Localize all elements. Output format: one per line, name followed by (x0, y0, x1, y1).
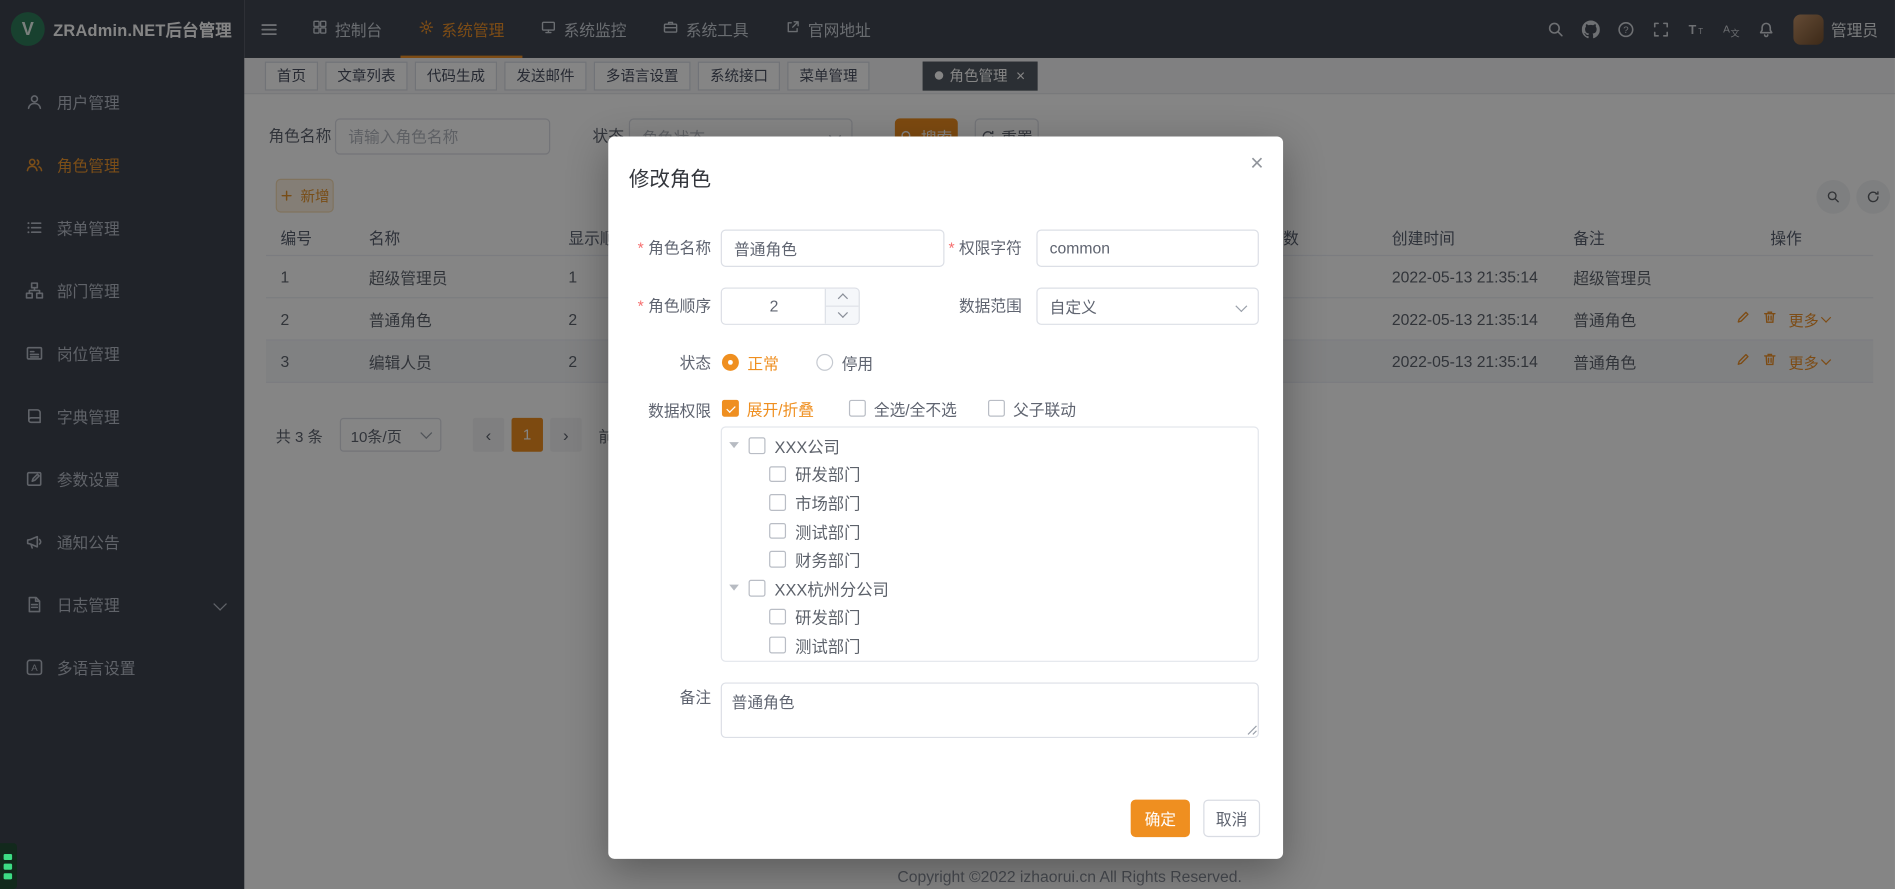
tree-node-label[interactable]: 测试部门 (795, 519, 860, 543)
checkbox-select-all-label[interactable]: 全选/全不选 (874, 397, 957, 420)
tree-checkbox[interactable] (749, 580, 765, 596)
data-scope-value: 自定义 (1050, 295, 1097, 318)
close-icon[interactable]: × (1250, 152, 1263, 175)
tree-node[interactable]: XXX公司 (722, 431, 1258, 459)
caret-down-icon[interactable] (729, 585, 739, 591)
decrease-button[interactable] (826, 306, 859, 324)
edit-role-dialog: 修改角色 × 角色名称 权限字符 角色顺序 数据范围 自定义 状态 正常 停用 (608, 136, 1283, 858)
tree-checkbox[interactable] (749, 437, 765, 453)
tree-node-label[interactable]: 测试部门 (795, 633, 860, 657)
radio-disabled-label[interactable]: 停用 (842, 351, 873, 374)
tree-node-label[interactable]: 研发部门 (795, 462, 860, 486)
tree-node[interactable]: 财务部门 (722, 545, 1258, 573)
data-perm-options: 展开/折叠 全选/全不选 父子联动 (722, 393, 1076, 424)
tree-checkbox[interactable] (769, 637, 785, 653)
remark-textarea[interactable]: 普通角色 (721, 682, 1259, 738)
cancel-button[interactable]: 取消 (1203, 800, 1260, 837)
caret-down-icon[interactable] (729, 442, 739, 448)
confirm-button[interactable]: 确定 (1131, 800, 1190, 837)
checkbox-linkage-label[interactable]: 父子联动 (1013, 397, 1076, 420)
remark-label: 备注 (608, 690, 711, 707)
radio-normal[interactable] (722, 354, 739, 371)
role-order-stepper (721, 287, 860, 324)
app-root: V ZRAdmin.NET后台管理 用户管理 角色管理 菜单管理 部门管理 (0, 0, 1895, 889)
status-radio-group: 正常 停用 (722, 344, 873, 380)
radio-normal-label[interactable]: 正常 (747, 351, 778, 374)
tree-node[interactable]: 测试部门 (722, 631, 1258, 659)
dialog-title: 修改角色 (629, 162, 711, 192)
role-order-label: 角色顺序 (608, 298, 711, 315)
tree-checkbox[interactable] (769, 551, 785, 567)
tree-checkbox[interactable] (769, 523, 785, 539)
tree-node-label[interactable]: 市场部门 (795, 490, 860, 514)
tree-node-label[interactable]: XXX杭州分公司 (775, 576, 889, 600)
tree-node[interactable]: 测试部门 (722, 517, 1258, 545)
checkbox-linkage[interactable] (988, 400, 1004, 416)
tree-node[interactable]: 研发部门 (722, 602, 1258, 630)
tree-checkbox[interactable] (769, 608, 785, 624)
corner-widget-icon (0, 843, 17, 889)
chevron-down-icon (1235, 300, 1247, 312)
checkbox-expand[interactable] (722, 400, 738, 416)
tree-node[interactable]: XXX杭州分公司 (722, 574, 1258, 602)
tree-checkbox[interactable] (769, 494, 785, 510)
increase-button[interactable] (826, 289, 859, 307)
data-perm-label: 数据权限 (608, 403, 711, 420)
tree-node[interactable]: 研发部门 (722, 460, 1258, 488)
data-scope-label: 数据范围 (911, 298, 1022, 315)
tree-node-label[interactable]: XXX公司 (775, 433, 840, 457)
stepper-buttons (825, 289, 859, 324)
resize-grip-icon[interactable] (1247, 725, 1258, 736)
tree-node-label[interactable]: 财务部门 (795, 547, 860, 571)
status-label: 状态 (608, 355, 711, 372)
radio-disabled[interactable] (816, 354, 833, 371)
permission-tree: XXX公司 研发部门 市场部门 测试部门 财务部门 XXX杭州分公司 (721, 426, 1259, 662)
tree-node[interactable]: 市场部门 (722, 488, 1258, 516)
role-order-field[interactable] (722, 289, 826, 324)
checkbox-select-all[interactable] (849, 400, 865, 416)
perm-char-label: 权限字符 (911, 240, 1022, 257)
checkbox-expand-label[interactable]: 展开/折叠 (747, 397, 814, 420)
data-scope-select[interactable]: 自定义 (1036, 287, 1259, 324)
perm-char-field[interactable] (1036, 230, 1259, 267)
role-name-label: 角色名称 (608, 240, 711, 257)
tree-checkbox[interactable] (769, 466, 785, 482)
tree-node-label[interactable]: 研发部门 (795, 604, 860, 628)
